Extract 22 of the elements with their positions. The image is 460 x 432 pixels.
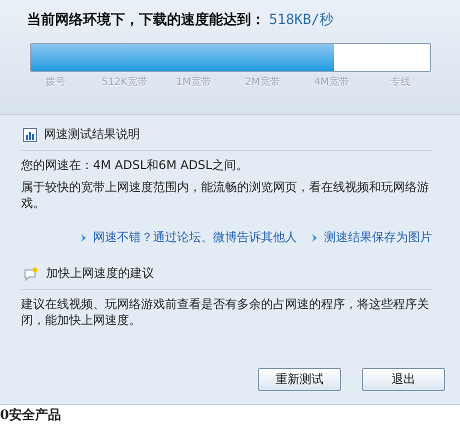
chevron-icon (80, 234, 87, 242)
scale-label: 2M宽带 (244, 76, 281, 89)
share-link[interactable]: 测速结果保存为图片 (311, 229, 432, 246)
scale-label: 4M宽带 (313, 76, 350, 89)
scale-label: 1M宽带 (175, 76, 212, 89)
speed-label: 当前网络环境下，下载的速度能达到： (27, 12, 265, 28)
scale-label: 拨号 (44, 76, 66, 89)
result-text: 属于较快的宽带上网速度范围内，能流畅的浏览网页，看在线视频和玩网络游戏。 (21, 179, 430, 211)
chart-icon (23, 128, 37, 142)
dialog-button[interactable]: 重新测试 (258, 368, 341, 391)
scale-label: 512K宽带 (100, 76, 148, 89)
speech-bubble-icon (23, 266, 39, 280)
share-link[interactable]: 网速不错？通过论坛、微博告诉其他人 (80, 229, 297, 246)
section-title: 加快上网速度的建议 (46, 265, 154, 282)
chevron-icon (311, 234, 318, 242)
speed-value: 518KB/秒 (269, 12, 334, 28)
caption-text: 0安全产品 (0, 406, 62, 424)
scale-label: 专线 (390, 76, 412, 89)
result-text: 您的网速在：4M ADSL和6M ADSL之间。 (21, 157, 250, 173)
section-title: 网速测试结果说明 (44, 126, 140, 143)
dialog-button[interactable]: 退出 (362, 368, 445, 391)
advice-text: 建议在线视频、玩网络游戏前查看是否有多余的占网速的程序，将这些程序关闭，能加快上网速度。 (21, 296, 430, 328)
